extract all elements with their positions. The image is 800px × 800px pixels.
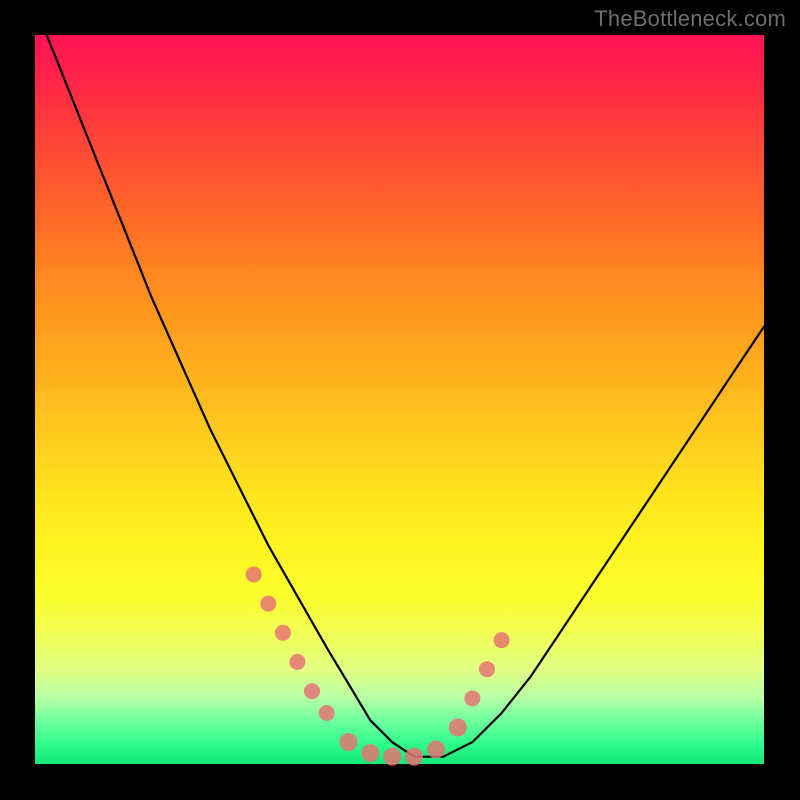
- marker-dot: [246, 567, 262, 583]
- marker-dot: [464, 690, 480, 706]
- highlighted-points: [246, 567, 510, 766]
- marker-dot: [319, 705, 335, 721]
- marker-dot: [494, 632, 510, 648]
- marker-dot: [405, 748, 423, 766]
- marker-dot: [340, 733, 358, 751]
- marker-dot: [383, 748, 401, 766]
- chart-svg: [35, 35, 764, 764]
- marker-dot: [361, 744, 379, 762]
- chart-frame: TheBottleneck.com: [0, 0, 800, 800]
- marker-dot: [260, 596, 276, 612]
- marker-dot: [304, 683, 320, 699]
- bottleneck-curve: [35, 6, 764, 757]
- marker-dot: [479, 661, 495, 677]
- marker-dot: [275, 625, 291, 641]
- plot-area: [35, 35, 764, 764]
- marker-dot: [289, 654, 305, 670]
- marker-dot: [427, 740, 445, 758]
- bottleneck-curve-path: [35, 6, 764, 757]
- watermark-text: TheBottleneck.com: [594, 6, 786, 32]
- marker-dot: [449, 719, 467, 737]
